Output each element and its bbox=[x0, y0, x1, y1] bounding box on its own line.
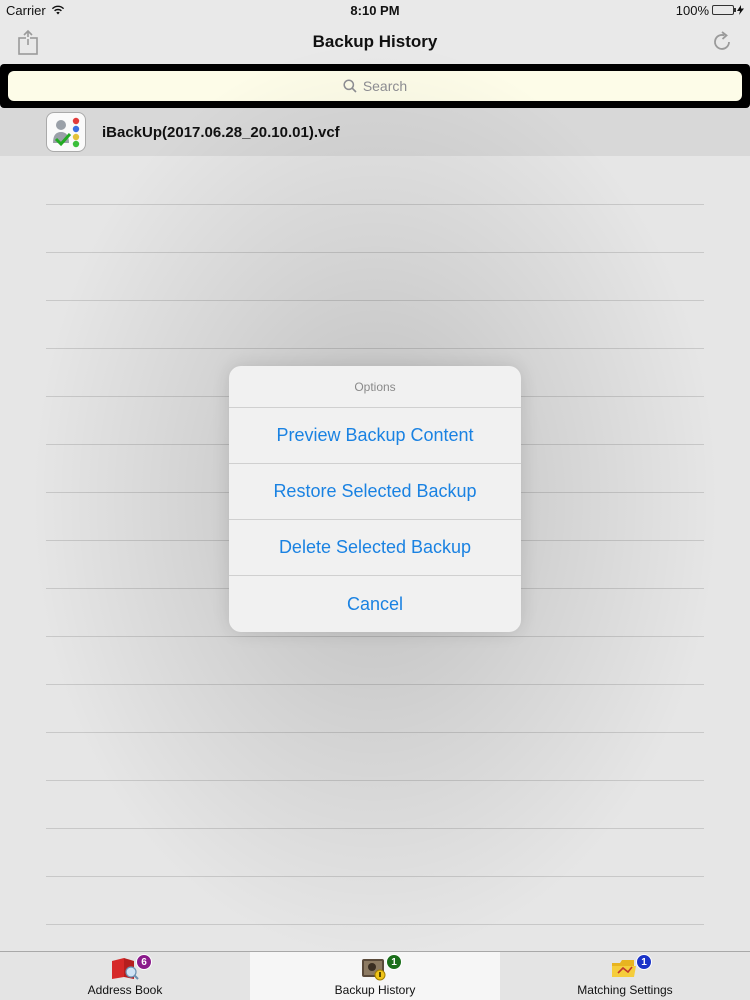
refresh-button[interactable] bbox=[708, 28, 736, 56]
tab-backup-history[interactable]: 1 Backup History bbox=[250, 952, 500, 1000]
matching-settings-badge: 1 bbox=[636, 954, 652, 970]
row-separator bbox=[46, 684, 704, 685]
status-bar: Carrier 8:10 PM 100% bbox=[0, 0, 750, 20]
tab-address-book[interactable]: 6 Address Book bbox=[0, 952, 250, 1000]
options-alert: Options Preview Backup Content Restore S… bbox=[229, 366, 521, 632]
delete-backup-button[interactable]: Delete Selected Backup bbox=[229, 520, 521, 576]
tab-icon-wrap: 1 bbox=[610, 954, 652, 981]
status-time: 8:10 PM bbox=[350, 2, 400, 18]
status-right: 100% bbox=[676, 3, 744, 18]
list-item[interactable]: iBackUp(2017.06.28_20.10.01).vcf bbox=[0, 108, 750, 156]
backup-history-badge: 1 bbox=[386, 954, 402, 970]
tab-label: Backup History bbox=[334, 983, 416, 997]
carrier-label: Carrier bbox=[6, 2, 46, 18]
navigation-bar: Backup History bbox=[0, 20, 750, 64]
row-separator bbox=[46, 924, 704, 925]
row-separator bbox=[46, 780, 704, 781]
wifi-icon bbox=[51, 5, 64, 15]
tab-matching-settings[interactable]: 1 Matching Settings bbox=[500, 952, 750, 1000]
search-placeholder: Search bbox=[362, 78, 408, 94]
row-separator bbox=[46, 348, 704, 349]
alert-title: Options bbox=[229, 366, 521, 408]
restore-backup-button[interactable]: Restore Selected Backup bbox=[229, 464, 521, 520]
refresh-icon bbox=[714, 31, 730, 50]
cancel-button[interactable]: Cancel bbox=[229, 576, 521, 632]
charging-icon bbox=[737, 5, 744, 15]
row-separator bbox=[46, 252, 704, 253]
tab-label: Matching Settings bbox=[577, 983, 673, 997]
row-separator bbox=[46, 732, 704, 733]
tab-label: Address Book bbox=[87, 983, 163, 997]
row-separator bbox=[46, 876, 704, 877]
battery-icon bbox=[712, 5, 736, 15]
row-separator bbox=[46, 828, 704, 829]
address-book-badge: 6 bbox=[136, 954, 152, 970]
row-separator bbox=[46, 300, 704, 301]
search-input[interactable]: Search bbox=[8, 71, 742, 101]
row-separator bbox=[46, 636, 704, 637]
page-title: Backup History bbox=[312, 32, 438, 51]
preview-backup-button[interactable]: Preview Backup Content bbox=[229, 408, 521, 464]
share-icon bbox=[18, 29, 38, 55]
contacts-file-icon bbox=[46, 112, 86, 152]
tab-icon-wrap: 6 bbox=[110, 954, 152, 981]
tab-icon-wrap: 1 bbox=[360, 954, 402, 981]
search-icon bbox=[343, 79, 357, 93]
tab-bar: 6 Address Book 1 Backup History 1 Matchi… bbox=[0, 951, 750, 1000]
status-left: Carrier bbox=[6, 3, 65, 18]
share-button[interactable] bbox=[14, 28, 42, 56]
backup-file-name: iBackUp(2017.06.28_20.10.01).vcf bbox=[102, 123, 340, 141]
row-separator bbox=[46, 204, 704, 205]
battery-percent: 100% bbox=[675, 2, 709, 18]
search-bar: Search bbox=[0, 64, 750, 108]
